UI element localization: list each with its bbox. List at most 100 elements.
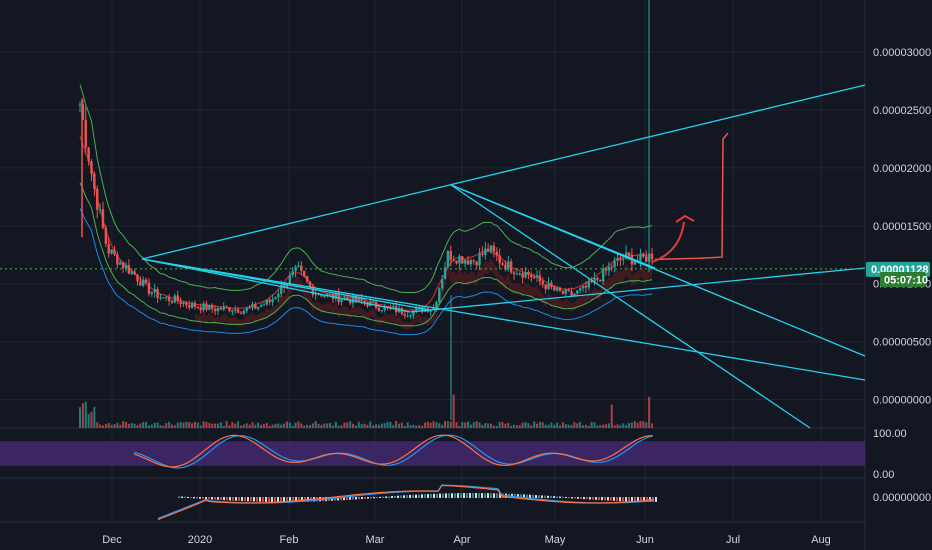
macd-histogram-bar <box>265 497 267 502</box>
candle-body <box>153 289 156 293</box>
candle-body <box>564 289 567 294</box>
candle-body <box>466 260 470 265</box>
macd-histogram-bar <box>553 496 555 498</box>
macd-histogram-bar <box>403 495 405 498</box>
volume-bar <box>501 421 504 428</box>
macd-histogram-bar <box>349 497 351 500</box>
candle-body <box>607 266 611 271</box>
macd-histogram-bar <box>397 495 399 498</box>
macd-histogram-bar <box>364 497 366 499</box>
candle-body <box>587 280 590 288</box>
volume-bar <box>248 424 251 428</box>
candle-body <box>469 260 473 265</box>
volume-bar <box>633 421 636 428</box>
macd-histogram-bar <box>400 495 402 498</box>
macd-histogram-bar <box>436 493 438 498</box>
volume-bar <box>165 423 168 428</box>
volume-bar <box>651 423 653 428</box>
volume-bar <box>199 425 202 428</box>
volume-bar <box>559 425 562 428</box>
volume-bar <box>274 423 277 428</box>
macd-histogram-bar <box>214 497 216 500</box>
volume-bar <box>438 423 441 428</box>
volume-bar <box>377 424 380 428</box>
volume-bar <box>423 422 426 428</box>
macd-histogram-bar <box>445 493 447 498</box>
volume-bar <box>122 421 125 428</box>
chart-root[interactable]: 0.00003000 0.00002500 0.00002000 0.00001500… <box>0 0 932 550</box>
macd-histogram-bar <box>367 497 369 499</box>
macd-histogram-bar <box>229 497 231 501</box>
volume-bar <box>101 425 104 428</box>
time-tick-label: Mar <box>366 534 385 546</box>
candle-body <box>165 296 168 298</box>
volume-bar <box>383 423 386 428</box>
macd-histogram-bar <box>619 497 621 502</box>
candle-body <box>271 299 274 302</box>
volume-bar <box>337 425 340 428</box>
candle-body <box>208 304 211 310</box>
volume-bar <box>113 424 116 428</box>
macd-histogram-bar <box>430 493 432 498</box>
macd-histogram-bar <box>355 497 357 500</box>
volume-bar <box>142 421 145 428</box>
volume-bar <box>380 423 383 428</box>
candle-body <box>225 306 228 308</box>
stoch-tick-label: 100.00 <box>873 428 907 440</box>
volume-bar <box>492 425 495 428</box>
price-tick-label: 0.00001500 <box>873 221 931 233</box>
volume-bar <box>139 423 142 428</box>
candle-body <box>371 301 375 303</box>
volume-bar <box>446 421 449 428</box>
candle-body <box>481 253 484 255</box>
candle-body <box>435 301 438 308</box>
volume-bar <box>168 421 171 428</box>
time-tick-label: Feb <box>280 534 299 546</box>
price-tick-label: 0.00002500 <box>873 105 931 117</box>
candle-body <box>616 258 619 261</box>
macd-histogram-bar <box>358 497 360 500</box>
chart-svg[interactable]: 0.00003000 0.00002500 0.00002000 0.00001500… <box>0 0 932 550</box>
macd-histogram-bar <box>394 495 396 498</box>
candle-body <box>179 301 182 305</box>
countdown-value: 05:07:10 <box>884 275 928 287</box>
volume-bar <box>533 421 536 428</box>
volume-bar <box>478 422 481 428</box>
volume-bar <box>495 425 498 428</box>
volume-bar <box>441 424 444 428</box>
macd-histogram-bar <box>604 497 606 501</box>
volume-bar <box>461 422 464 428</box>
candle-body <box>599 279 602 282</box>
volume-bar <box>271 424 274 428</box>
volume-bar <box>587 425 590 428</box>
volume-bar <box>205 421 208 428</box>
candle-body <box>277 293 280 298</box>
macd-histogram-bar <box>361 497 363 500</box>
macd-histogram-bar <box>184 496 186 498</box>
macd-histogram-bar <box>247 497 249 502</box>
volume-bar <box>582 425 585 428</box>
candle-body <box>188 305 191 308</box>
candle-body <box>601 268 605 282</box>
time-tick-label: 2020 <box>188 534 212 546</box>
volume-bar <box>599 425 602 428</box>
volume-bar <box>214 423 217 428</box>
candle-body <box>196 306 200 308</box>
volume-bar <box>518 424 521 428</box>
candle-body <box>308 281 312 287</box>
volume-bar <box>556 422 559 428</box>
volume-bar <box>326 423 329 428</box>
volume-bar <box>636 422 639 428</box>
candle-body <box>216 308 220 312</box>
candle-body <box>170 300 174 303</box>
volume-bar <box>285 421 288 428</box>
macd-histogram-bar <box>532 494 534 498</box>
macd-histogram-bar <box>481 493 483 498</box>
volume-bar <box>616 424 619 428</box>
candle-body <box>472 260 475 262</box>
time-tick-label: Jun <box>636 534 654 546</box>
volume-bar <box>182 422 185 428</box>
macd-histogram-bar <box>601 497 603 501</box>
volume-bar <box>426 421 429 428</box>
candle-body <box>150 292 154 294</box>
